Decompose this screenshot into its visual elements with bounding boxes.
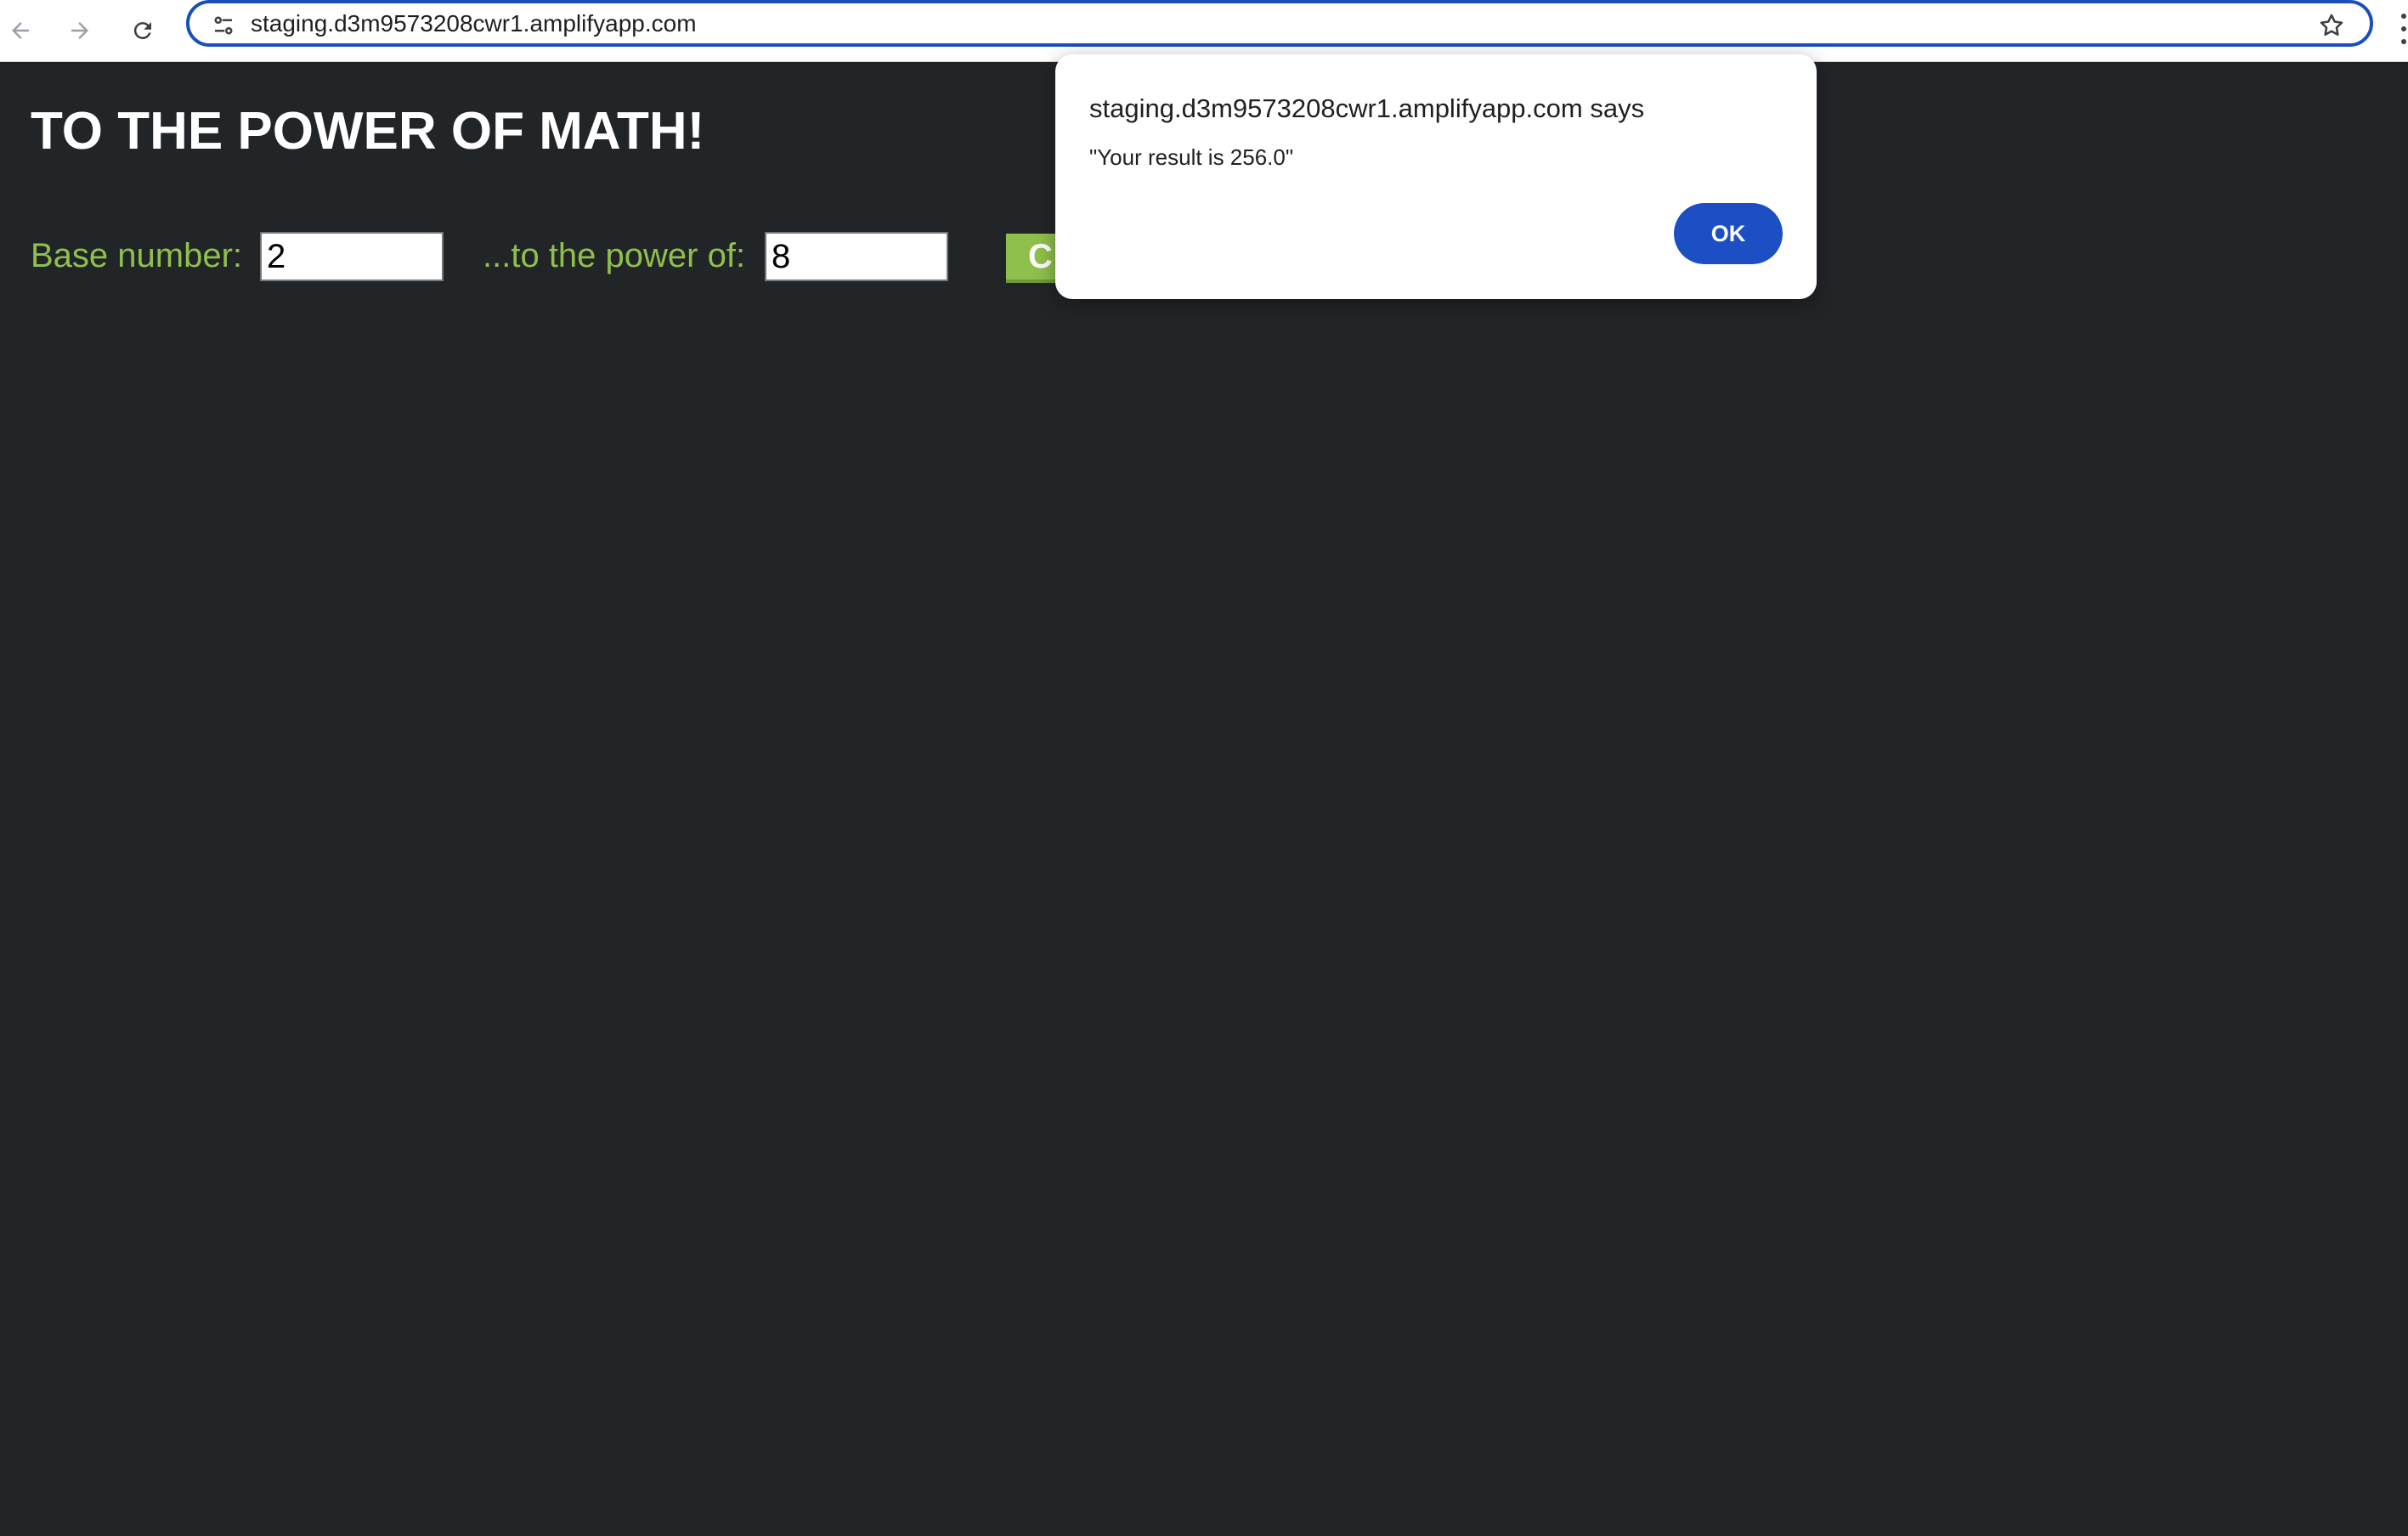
arrow-right-icon <box>67 18 93 43</box>
base-number-input[interactable] <box>260 232 444 281</box>
ok-button[interactable]: OK <box>1674 203 1783 264</box>
alert-message: "Your result is 256.0" <box>1089 144 1294 170</box>
browser-toolbar: staging.d3m9573208cwr1.amplifyapp.com <box>0 0 2408 62</box>
reload-icon <box>130 18 155 43</box>
tune-icon[interactable] <box>206 8 240 42</box>
alert-dialog: staging.d3m9573208cwr1.amplifyapp.com sa… <box>1055 54 1817 299</box>
url-text[interactable]: staging.d3m9573208cwr1.amplifyapp.com <box>251 8 697 39</box>
page-title: TO THE POWER OF MATH! <box>31 102 705 161</box>
arrow-left-icon <box>8 18 33 43</box>
reload-button[interactable] <box>117 5 168 56</box>
address-bar[interactable]: staging.d3m9573208cwr1.amplifyapp.com <box>186 0 2373 47</box>
more-vert-icon[interactable] <box>2401 14 2406 48</box>
alert-title: staging.d3m9573208cwr1.amplifyapp.com sa… <box>1089 93 1645 123</box>
base-number-label: Base number: <box>31 237 243 274</box>
star-icon[interactable] <box>2314 8 2349 43</box>
power-label: ...to the power of: <box>483 237 746 274</box>
forward-button[interactable] <box>54 5 105 56</box>
power-input[interactable] <box>765 232 948 281</box>
back-button[interactable] <box>0 5 46 56</box>
